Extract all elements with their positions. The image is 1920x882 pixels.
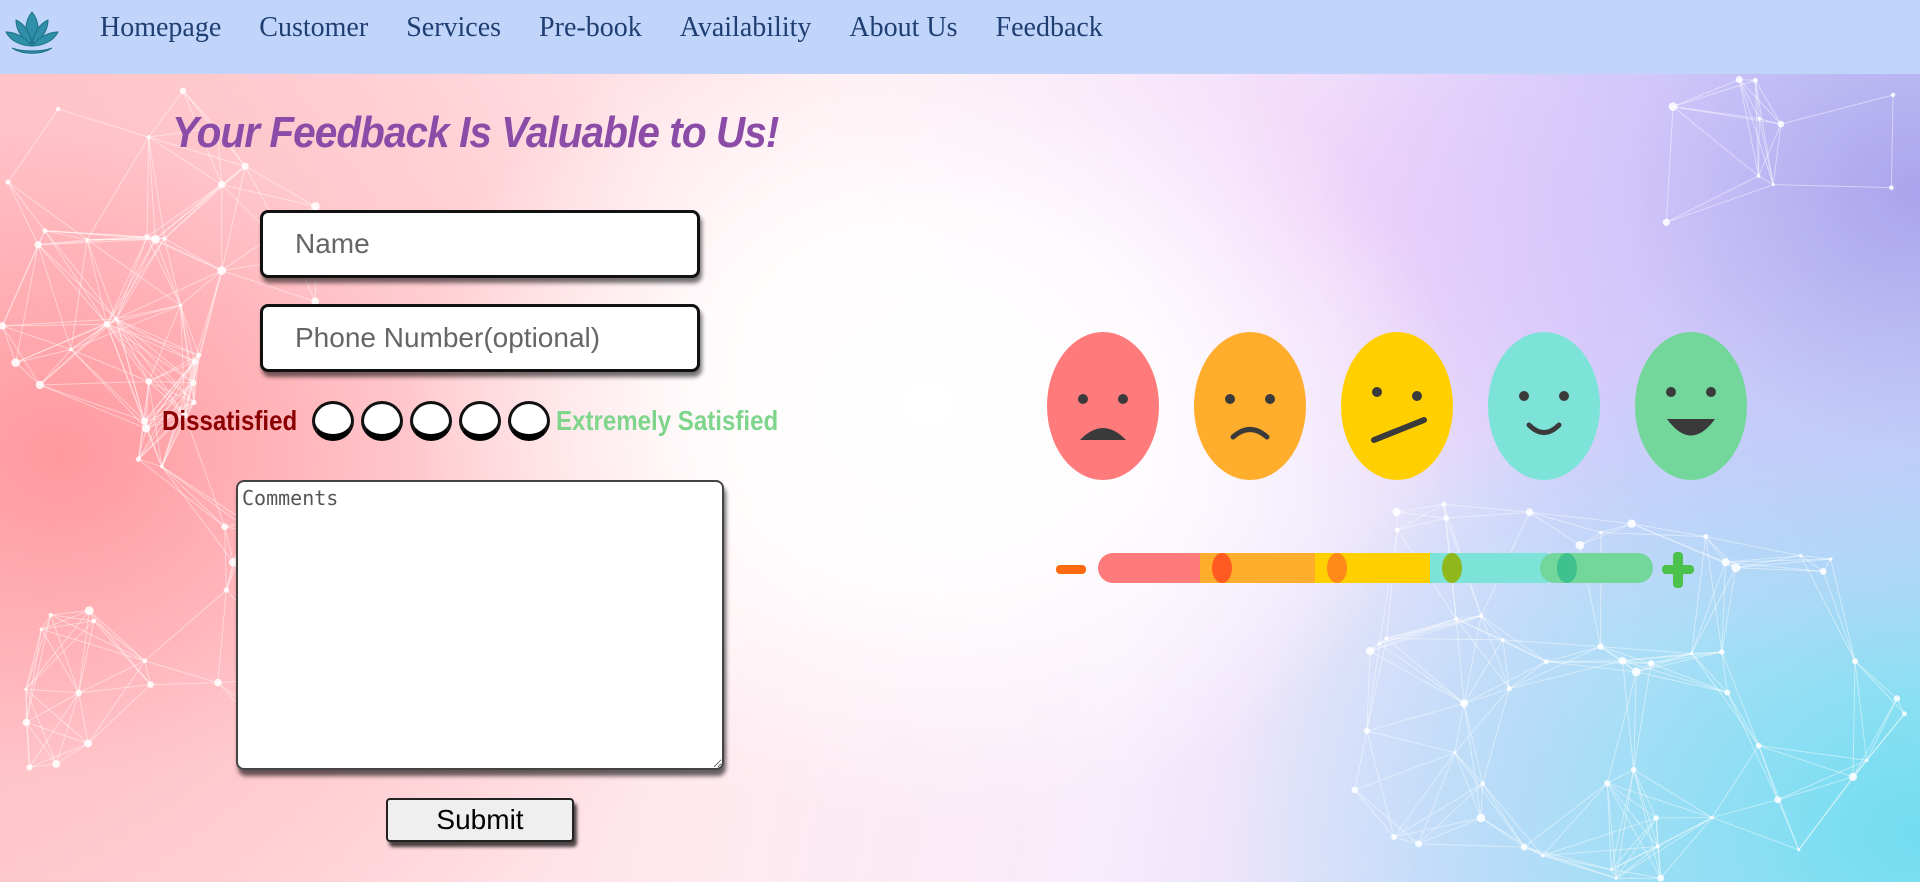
rating-radio-5[interactable] <box>508 401 550 441</box>
page-title: Your Feedback Is Valuable to Us! <box>172 108 779 157</box>
minus-icon <box>1056 565 1086 574</box>
comments-textarea[interactable] <box>236 480 724 770</box>
nav-feedback[interactable]: Feedback <box>996 10 1103 46</box>
nav-services[interactable]: Services <box>406 10 501 46</box>
neutral-face-icon <box>1341 332 1453 480</box>
nav-customer[interactable]: Customer <box>259 10 368 46</box>
rating-radio-2[interactable] <box>361 401 403 441</box>
lotus-icon[interactable] <box>2 6 62 58</box>
rating-radio-4[interactable] <box>459 401 501 441</box>
nav-pre-book[interactable]: Pre-book <box>539 10 642 46</box>
submit-button[interactable]: Submit <box>386 798 574 842</box>
top-navbar: Homepage Customer Services Pre-book Avai… <box>0 0 1920 74</box>
name-input[interactable] <box>260 210 700 278</box>
nav-homepage[interactable]: Homepage <box>100 10 221 46</box>
satisfaction-scale-bar <box>1056 552 1694 588</box>
nav-links: Homepage Customer Services Pre-book Avai… <box>100 10 1141 46</box>
extremely-satisfied-label: Extremely Satisfied <box>556 405 779 436</box>
satisfaction-rating: Dissatisfied Extremely Satisfied <box>162 401 814 441</box>
very-sad-face-icon <box>1047 332 1159 480</box>
rating-radio-1[interactable] <box>312 401 354 441</box>
nav-about-us[interactable]: About Us <box>849 10 957 46</box>
feedback-section: Your Feedback Is Valuable to Us! Dissati… <box>0 74 1920 882</box>
nav-availability[interactable]: Availability <box>680 10 812 46</box>
rating-options <box>312 401 550 441</box>
phone-input[interactable] <box>260 304 700 372</box>
dissatisfied-label: Dissatisfied <box>162 405 298 436</box>
very-happy-face-icon <box>1635 332 1747 480</box>
satisfaction-scale-illustration <box>1047 332 1747 588</box>
plus-icon <box>1662 552 1694 588</box>
happy-face-icon <box>1488 332 1600 480</box>
rating-radio-3[interactable] <box>410 401 452 441</box>
sad-face-icon <box>1194 332 1306 480</box>
